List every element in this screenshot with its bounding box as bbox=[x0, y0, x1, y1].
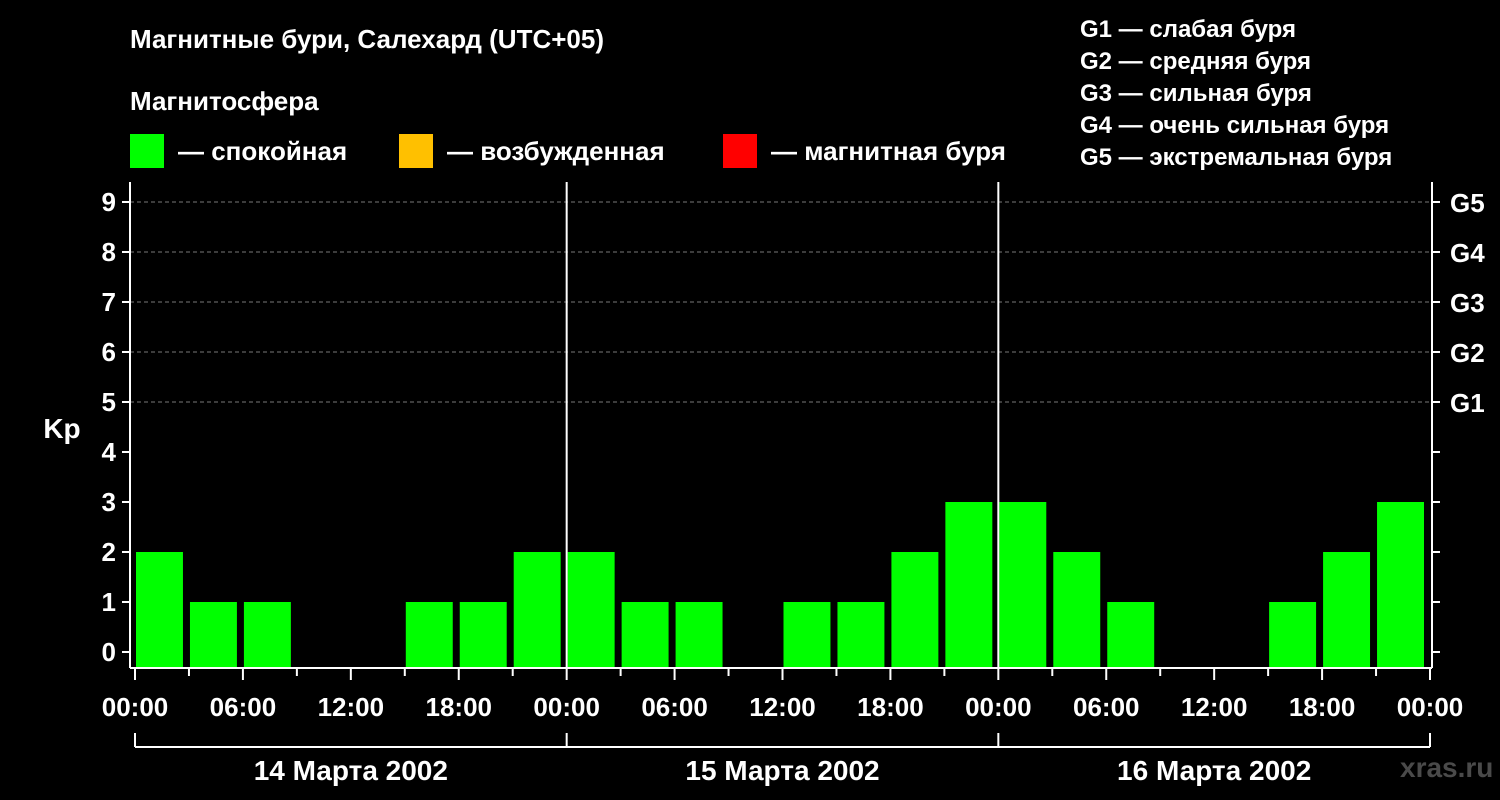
g-scale-label: G4 bbox=[1450, 238, 1485, 268]
y-axis-label: Kp bbox=[43, 413, 80, 444]
kp-bar bbox=[891, 552, 939, 668]
kp-bar bbox=[136, 552, 183, 668]
date-label: 16 Марта 2002 bbox=[1117, 755, 1311, 786]
kp-bar bbox=[1269, 602, 1317, 668]
watermark: xras.ru bbox=[1400, 752, 1494, 783]
y-tick-label: 7 bbox=[102, 287, 116, 317]
x-tick-label: 06:00 bbox=[210, 692, 277, 722]
g-scale-label: G5 bbox=[1450, 188, 1485, 218]
x-tick-label: 00:00 bbox=[965, 692, 1032, 722]
y-tick-label: 5 bbox=[102, 387, 116, 417]
kp-chart: 0 1 2 3 4 5 6 7 8 9 G1 G2 G3 G4 G5 Kp 00:00 06:00 12:00 18:… bbox=[43, 182, 1485, 786]
kp-bar bbox=[189, 602, 237, 668]
kp-bar bbox=[513, 552, 561, 668]
kp-bar bbox=[783, 602, 831, 668]
kp-bar bbox=[405, 602, 453, 668]
x-tick-label: 06:00 bbox=[1073, 692, 1140, 722]
y-tick-label: 9 bbox=[102, 187, 116, 217]
y-tick-label: 2 bbox=[102, 537, 116, 567]
kp-bar bbox=[837, 602, 885, 668]
g-scale-label: G3 bbox=[1450, 288, 1485, 318]
g-scale-label: G2 bbox=[1450, 338, 1485, 368]
y-tick-label: 4 bbox=[102, 437, 117, 467]
kp-bar bbox=[999, 502, 1047, 668]
x-tick-label: 06:00 bbox=[641, 692, 708, 722]
x-tick-label: 18:00 bbox=[1289, 692, 1356, 722]
kp-bar bbox=[1107, 602, 1155, 668]
x-tick-label: 18:00 bbox=[426, 692, 493, 722]
kp-bar bbox=[459, 602, 507, 668]
y-tick-label: 1 bbox=[102, 587, 116, 617]
date-label: 14 Марта 2002 bbox=[254, 755, 448, 786]
y-tick-label: 0 bbox=[102, 637, 116, 667]
x-tick-label: 00:00 bbox=[1397, 692, 1464, 722]
kp-bar bbox=[243, 602, 291, 668]
x-tick-label: 18:00 bbox=[857, 692, 924, 722]
x-tick-label: 12:00 bbox=[749, 692, 816, 722]
y-tick-label: 3 bbox=[102, 487, 116, 517]
x-tick-label: 12:00 bbox=[318, 692, 385, 722]
kp-bar bbox=[1053, 552, 1101, 668]
kp-bar bbox=[621, 602, 669, 668]
x-tick-label: 12:00 bbox=[1181, 692, 1248, 722]
y-tick-label: 8 bbox=[102, 237, 116, 267]
y-tick-label: 6 bbox=[102, 337, 116, 367]
x-tick-label: 00:00 bbox=[533, 692, 600, 722]
kp-bar bbox=[1377, 502, 1424, 668]
kp-bar bbox=[567, 552, 615, 668]
kp-bar bbox=[945, 502, 993, 668]
kp-bar bbox=[675, 602, 723, 668]
date-label: 15 Марта 2002 bbox=[685, 755, 879, 786]
kp-bar bbox=[1323, 552, 1371, 668]
x-tick-label: 00:00 bbox=[102, 692, 169, 722]
g-scale-label: G1 bbox=[1450, 388, 1485, 418]
